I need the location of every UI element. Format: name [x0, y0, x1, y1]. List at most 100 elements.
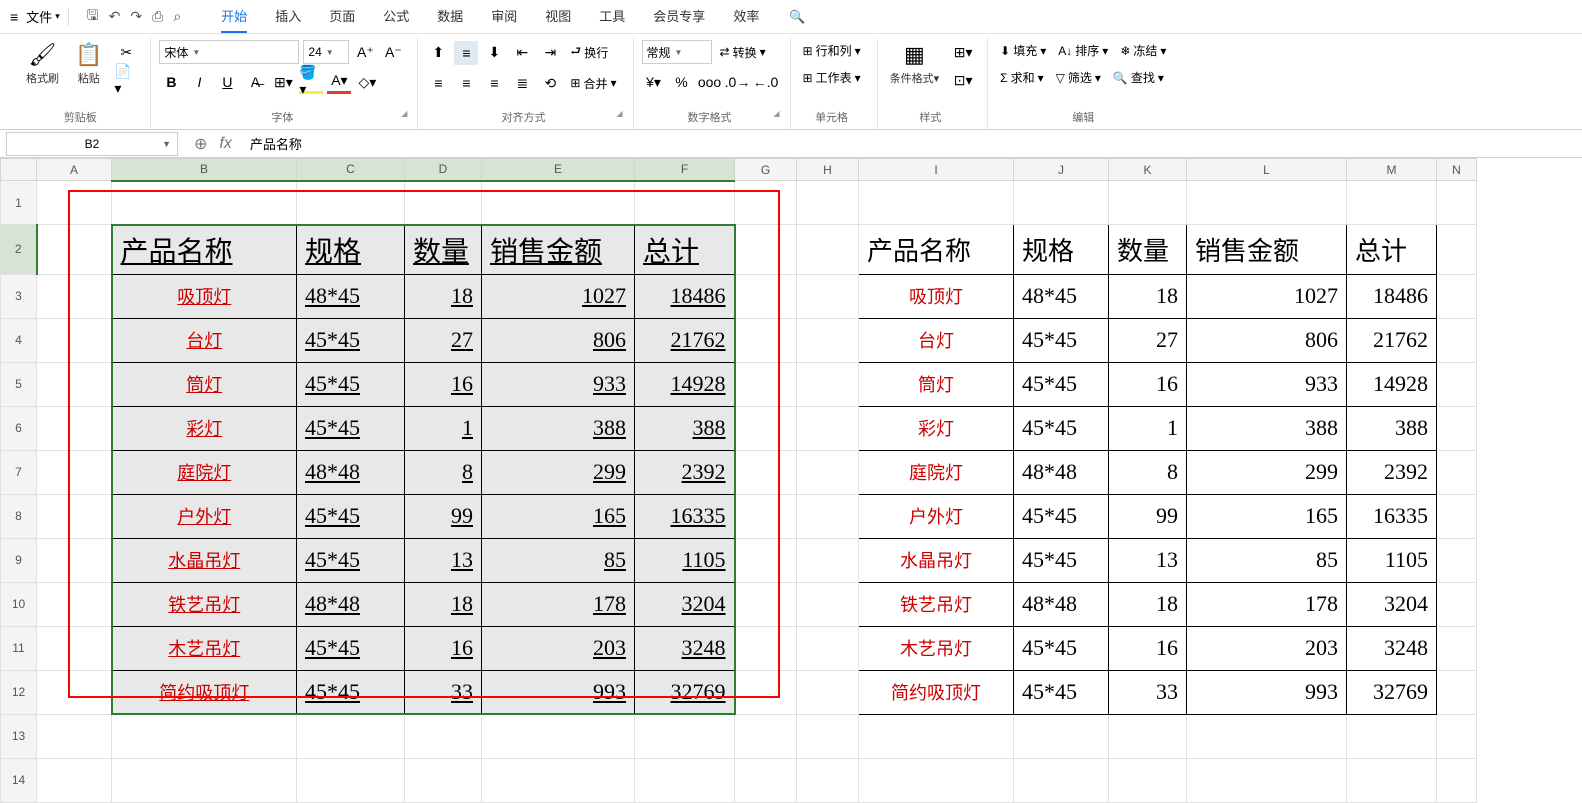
cell-C10[interactable]: 48*48: [297, 582, 405, 626]
cell-I6[interactable]: 彩灯: [859, 406, 1014, 450]
cell-D13[interactable]: [405, 714, 482, 758]
cell-C13[interactable]: [297, 714, 405, 758]
cell-E3[interactable]: 1027: [482, 274, 635, 318]
cell-I8[interactable]: 户外灯: [859, 494, 1014, 538]
strike-button[interactable]: A̶: [243, 70, 267, 94]
cell-H7[interactable]: [797, 450, 859, 494]
underline-button[interactable]: U: [215, 70, 239, 94]
sum-button[interactable]: Σ 求和▾: [996, 67, 1047, 88]
row-header-14[interactable]: 14: [1, 758, 37, 802]
align-left-button[interactable]: ≡: [426, 71, 450, 95]
percent-button[interactable]: %: [670, 70, 694, 94]
cell-J6[interactable]: 45*45: [1014, 406, 1109, 450]
increase-font-button[interactable]: A⁺: [353, 40, 377, 64]
col-header-K[interactable]: K: [1109, 159, 1187, 181]
cell-C9[interactable]: 45*45: [297, 538, 405, 582]
cell-N4[interactable]: [1437, 318, 1477, 362]
align-middle-button[interactable]: ≡: [454, 41, 478, 65]
cell-I9[interactable]: 水晶吊灯: [859, 538, 1014, 582]
tab-页面[interactable]: 页面: [329, 0, 355, 33]
cell-G3[interactable]: [735, 274, 797, 318]
cell-F2[interactable]: 总计: [635, 225, 735, 275]
zoom-icon[interactable]: ⊕: [194, 134, 207, 154]
cell-J11[interactable]: 45*45: [1014, 626, 1109, 670]
cell-style-button[interactable]: ⊞▾: [951, 40, 975, 64]
cell-D3[interactable]: 18: [405, 274, 482, 318]
cell-J2[interactable]: 规格: [1014, 225, 1109, 275]
cell-F8[interactable]: 16335: [635, 494, 735, 538]
cell-N10[interactable]: [1437, 582, 1477, 626]
bold-button[interactable]: B: [159, 70, 183, 94]
col-header-G[interactable]: G: [735, 159, 797, 181]
cell-L10[interactable]: 178: [1187, 582, 1347, 626]
tab-审阅[interactable]: 审阅: [491, 0, 517, 33]
italic-button[interactable]: I: [187, 70, 211, 94]
cell-J12[interactable]: 45*45: [1014, 670, 1109, 714]
cell-A12[interactable]: [37, 670, 112, 714]
cell-C2[interactable]: 规格: [297, 225, 405, 275]
cell-J10[interactable]: 48*48: [1014, 582, 1109, 626]
cell-H2[interactable]: [797, 225, 859, 275]
cell-K1[interactable]: [1109, 181, 1187, 225]
cell-G4[interactable]: [735, 318, 797, 362]
cell-F13[interactable]: [635, 714, 735, 758]
col-header-B[interactable]: B: [112, 159, 297, 181]
cell-G13[interactable]: [735, 714, 797, 758]
cell-A6[interactable]: [37, 406, 112, 450]
cell-E9[interactable]: 85: [482, 538, 635, 582]
cond-format-button[interactable]: ▦条件格式▾: [886, 40, 944, 88]
cell-L9[interactable]: 85: [1187, 538, 1347, 582]
cell-L1[interactable]: [1187, 181, 1347, 225]
row-header-2[interactable]: 2: [1, 225, 37, 275]
cell-F10[interactable]: 3204: [635, 582, 735, 626]
cell-D4[interactable]: 27: [405, 318, 482, 362]
align-center-button[interactable]: ≡: [454, 71, 478, 95]
cell-K10[interactable]: 18: [1109, 582, 1187, 626]
cell-F3[interactable]: 18486: [635, 274, 735, 318]
cell-B6[interactable]: 彩灯: [112, 406, 297, 450]
cell-J3[interactable]: 48*45: [1014, 274, 1109, 318]
font-size-select[interactable]: 24▼: [303, 40, 349, 64]
cell-N9[interactable]: [1437, 538, 1477, 582]
cell-B3[interactable]: 吸顶灯: [112, 274, 297, 318]
orientation-button[interactable]: ⟲: [538, 71, 562, 95]
fx-icon[interactable]: fx: [219, 135, 231, 153]
cell-C1[interactable]: [297, 181, 405, 225]
cut-button[interactable]: ✂: [114, 40, 138, 64]
convert-button[interactable]: ⇄ 转换▾: [716, 42, 770, 63]
cell-H10[interactable]: [797, 582, 859, 626]
cell-I7[interactable]: 庭院灯: [859, 450, 1014, 494]
col-header-L[interactable]: L: [1187, 159, 1347, 181]
cell-J9[interactable]: 45*45: [1014, 538, 1109, 582]
cell-K7[interactable]: 8: [1109, 450, 1187, 494]
cell-A5[interactable]: [37, 362, 112, 406]
cell-C4[interactable]: 45*45: [297, 318, 405, 362]
cell-C7[interactable]: 48*48: [297, 450, 405, 494]
col-header-M[interactable]: M: [1347, 159, 1437, 181]
cell-I5[interactable]: 筒灯: [859, 362, 1014, 406]
cell-D10[interactable]: 18: [405, 582, 482, 626]
cell-E6[interactable]: 388: [482, 406, 635, 450]
cell-K4[interactable]: 27: [1109, 318, 1187, 362]
cell-H5[interactable]: [797, 362, 859, 406]
cell-E10[interactable]: 178: [482, 582, 635, 626]
cell-M12[interactable]: 32769: [1347, 670, 1437, 714]
cell-C11[interactable]: 45*45: [297, 626, 405, 670]
cell-F12[interactable]: 32769: [635, 670, 735, 714]
cell-E2[interactable]: 销售金额: [482, 225, 635, 275]
cell-G12[interactable]: [735, 670, 797, 714]
cell-M10[interactable]: 3204: [1347, 582, 1437, 626]
border-button[interactable]: ⊞▾: [271, 70, 295, 94]
cell-L8[interactable]: 165: [1187, 494, 1347, 538]
cell-I14[interactable]: [859, 758, 1014, 802]
cell-N8[interactable]: [1437, 494, 1477, 538]
cell-F4[interactable]: 21762: [635, 318, 735, 362]
indent-decrease-button[interactable]: ⇤: [510, 41, 534, 65]
row-header-11[interactable]: 11: [1, 626, 37, 670]
cell-N12[interactable]: [1437, 670, 1477, 714]
preview-icon[interactable]: ⌕: [173, 8, 181, 25]
cell-D9[interactable]: 13: [405, 538, 482, 582]
cell-B12[interactable]: 简约吸顶灯: [112, 670, 297, 714]
cell-C3[interactable]: 48*45: [297, 274, 405, 318]
col-header-H[interactable]: H: [797, 159, 859, 181]
